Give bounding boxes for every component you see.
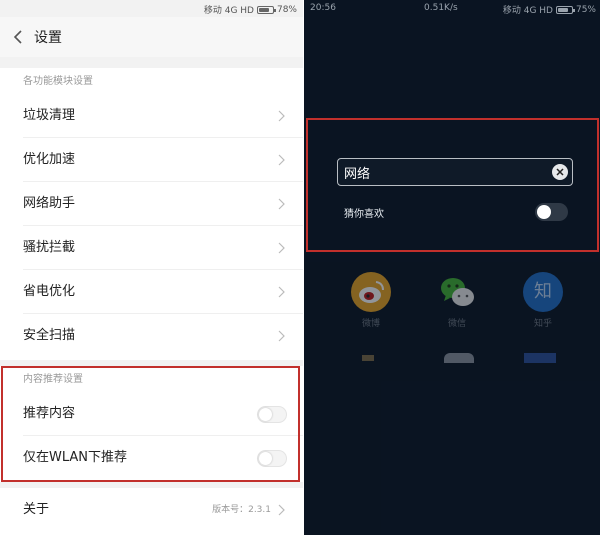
module-settings-section: 各功能模块设置 垃圾清理 优化加速 网络助手 骚扰拦截 省电优化 安全扫描 [0,68,303,360]
settings-item-speed-up[interactable]: 优化加速 [23,138,303,182]
toggle-knob [537,205,551,219]
section-title: 各功能模块设置 [23,76,93,87]
chevron-right-icon [278,242,285,254]
suggest-label: 猜你喜欢 [344,209,384,220]
item-label: 省电优化 [23,284,76,299]
item-label: 骚扰拦截 [23,240,76,255]
network-speed-text: 0.51K/s [424,3,458,13]
settings-item-power-saving[interactable]: 省电优化 [23,270,303,314]
chevron-right-icon [278,198,285,210]
status-bar: 移动 4G HD 78% [0,0,303,17]
toggle-knob [259,452,272,465]
battery-icon [555,5,575,14]
search-value: 网络 [344,167,371,182]
zhihu-icon: 知 [523,272,563,312]
item-label: 优化加速 [23,152,76,167]
item-label: 安全扫描 [23,328,76,343]
page-title: 设置 [34,30,62,46]
settings-item-network-assistant[interactable]: 网络助手 [23,182,303,226]
carrier-text: 移动 4G HD [502,6,553,16]
recommend-content-toggle[interactable] [257,406,287,423]
carrier-text: 移动 4G HD [203,6,254,16]
chevron-right-icon [278,504,285,516]
settings-item-security-scan[interactable]: 安全扫描 [23,314,303,358]
settings-item-recommend-content[interactable]: 推荐内容 [23,392,303,436]
clear-icon[interactable] [551,163,569,181]
item-label: 仅在WLAN下推荐 [23,450,128,465]
chevron-right-icon [278,154,285,166]
battery-text: 78% [276,4,297,15]
version-text: 版本号：2.3.1 [212,505,271,515]
status-bar: 20:56 0.51K/s 移动 4G HD 75% [304,0,600,17]
app-icon-partial [524,353,556,363]
app-name: 微博 [361,319,380,329]
suggest-toggle[interactable] [535,203,568,221]
app-icon-partial [362,355,374,361]
section-title: 内容推荐设置 [23,374,83,385]
item-label: 网络助手 [23,196,76,211]
app-name: 微信 [447,319,466,329]
app-weibo[interactable]: 微博 [346,272,396,329]
clock-text: 20:56 [310,3,336,13]
app-wechat[interactable]: 微信 [432,272,482,329]
weibo-icon [351,272,391,312]
toggle-knob [259,408,272,421]
search-screen: 20:56 0.51K/s 移动 4G HD 75% 网络 猜你喜欢 微博 微信… [304,0,600,535]
settings-item-about[interactable]: 关于 版本号：2.3.1 [23,488,303,532]
app-icon-partial [444,353,474,363]
chevron-right-icon [278,110,285,122]
battery-text: 75% [575,4,596,15]
wechat-icon [437,272,477,312]
app-row-partial [304,353,600,363]
app-zhihu[interactable]: 知 知乎 [518,272,568,329]
wlan-only-toggle[interactable] [257,450,287,467]
header: 设置 [0,17,303,57]
about-section: 关于 版本号：2.3.1 [0,488,303,535]
battery-icon [256,5,276,14]
item-label: 推荐内容 [23,406,76,421]
item-label: 关于 [23,502,50,517]
chevron-right-icon [278,286,285,298]
item-label: 垃圾清理 [23,108,76,123]
settings-screen: 移动 4G HD 78% 设置 各功能模块设置 垃圾清理 优化加速 网络助手 骚… [0,0,303,535]
chevron-right-icon [278,330,285,342]
settings-item-harassment-block[interactable]: 骚扰拦截 [23,226,303,270]
content-recommend-section: 内容推荐设置 推荐内容 仅在WLAN下推荐 [0,366,303,482]
back-arrow-icon[interactable] [12,29,24,45]
settings-item-junk-clean[interactable]: 垃圾清理 [23,94,303,138]
settings-item-wlan-only[interactable]: 仅在WLAN下推荐 [23,436,303,480]
search-input[interactable]: 网络 [337,158,573,186]
app-name: 知乎 [533,319,552,329]
